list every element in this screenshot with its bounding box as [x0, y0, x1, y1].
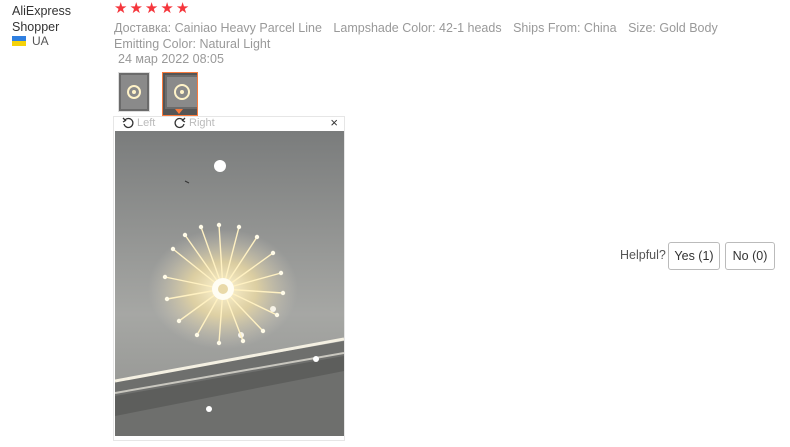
rotate-left-icon — [122, 117, 134, 129]
rotate-left-button[interactable]: Left — [122, 117, 155, 129]
rotate-right-label: Right — [189, 117, 215, 129]
rotate-right-button[interactable]: Right — [174, 117, 215, 129]
star-icon: ★ — [114, 0, 128, 17]
review-photo-thumbnail[interactable] — [118, 72, 150, 112]
attribute-ships-from: Ships From: China — [513, 21, 617, 35]
selected-thumbnail-pointer — [175, 109, 183, 114]
reviewer-name: AliExpress Shopper — [12, 4, 72, 34]
attribute-size: Size: Gold Body — [628, 21, 718, 35]
helpful-no-button[interactable]: No (0) — [725, 242, 775, 270]
star-icon: ★ — [175, 0, 190, 17]
photo-viewer: Left Right × — [113, 115, 345, 441]
star-rating: ★ ★ ★ ★ ★ — [114, 0, 189, 18]
rotate-right-icon — [174, 117, 186, 129]
star-icon: ★ — [144, 0, 159, 17]
ukraine-flag-icon — [12, 36, 26, 46]
product-attributes: Доставка: Cainiao Heavy Parcel Line Lamp… — [114, 20, 774, 52]
star-icon: ★ — [129, 0, 143, 17]
attribute-shipping: Доставка: Cainiao Heavy Parcel Line — [114, 21, 322, 35]
reviewer-country: UA — [12, 34, 49, 48]
country-code: UA — [32, 34, 49, 48]
star-icon: ★ — [160, 0, 174, 17]
review-date: 24 мар 2022 08:05 — [118, 52, 224, 66]
close-viewer-button[interactable]: × — [330, 115, 338, 130]
review-photo — [115, 131, 344, 436]
viewer-toolbar: Left Right × — [114, 115, 344, 131]
attribute-emitting-color: Emitting Color: Natural Light — [114, 37, 271, 51]
helpful-label: Helpful? — [620, 248, 666, 262]
attribute-lampshade-color: Lampshade Color: 42-1 heads — [333, 21, 502, 35]
helpful-yes-button[interactable]: Yes (1) — [668, 242, 720, 270]
rotate-left-label: Left — [137, 117, 156, 129]
